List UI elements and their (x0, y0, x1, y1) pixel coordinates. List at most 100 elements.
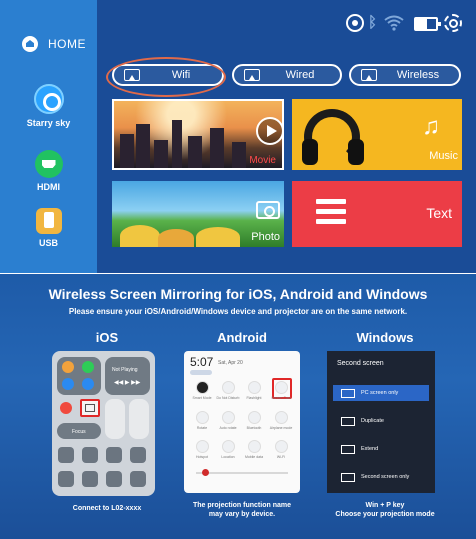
hotspot-button[interactable] (196, 440, 209, 453)
tab-wired[interactable]: Wired (232, 64, 342, 86)
airplane-icon (62, 361, 74, 373)
option-pc-screen-only[interactable]: PC screen only (333, 385, 429, 401)
scan-icon (58, 471, 74, 487)
tile-label: Wi-Fi (276, 455, 286, 459)
tile-text[interactable]: Text (292, 181, 462, 247)
option-label: Second screen only (361, 474, 410, 480)
rotate-button[interactable] (196, 411, 209, 424)
flower-shape (196, 227, 240, 247)
auto-rotate-button[interactable] (222, 411, 235, 424)
camera-icon (256, 201, 280, 219)
screen-mirroring-button[interactable] (80, 399, 100, 417)
play-icon (256, 117, 282, 145)
tile-label: Smart Mode (192, 396, 212, 400)
highlight-circle (106, 57, 226, 97)
focus-label: Focus (72, 429, 86, 435)
tile-label: Music (429, 150, 458, 162)
flashlight-button[interactable] (248, 381, 261, 394)
windows-caption-line: Win + P key (365, 502, 405, 509)
wifi-button[interactable] (275, 440, 288, 453)
now-playing-panel (105, 357, 150, 395)
windows-heading: Windows (356, 330, 414, 345)
building-shape (154, 140, 168, 168)
sidebar-item-hdmi[interactable]: HDMI (0, 150, 97, 192)
option-duplicate[interactable]: Duplicate (333, 413, 429, 429)
volume-slider (129, 399, 149, 439)
tile-label: Hotspot (195, 455, 209, 459)
bluetooth-icon[interactable]: ᛒ (368, 14, 377, 31)
sidebar-item-label: HDMI (37, 182, 60, 192)
calculator-icon (82, 447, 98, 463)
location-button[interactable] (222, 440, 235, 453)
mobile-data-button[interactable] (248, 440, 261, 453)
tab-label: Wired (285, 69, 315, 81)
smart-mode-button[interactable] (196, 381, 209, 394)
camera-icon (106, 447, 122, 463)
android-caption: The projection function name may vary by… (180, 502, 304, 520)
starry-sky-icon (33, 84, 64, 114)
cast-icon (244, 69, 260, 81)
wifi-icon[interactable] (384, 14, 404, 32)
brightness-slider (105, 399, 125, 439)
sidebar-item-starry-sky[interactable]: Starry sky (0, 84, 97, 128)
ios-control-center: Not Playing ◀◀ ▶ ▶▶ Focus (52, 351, 155, 496)
cast-icon (361, 69, 377, 81)
tile-label: Photo (251, 231, 280, 243)
tile-label: Screen Cast (271, 396, 291, 400)
headphone-cup (302, 139, 318, 165)
cellular-icon (82, 361, 94, 373)
building-shape (120, 134, 134, 168)
media-controls-icon: ◀◀ ▶ ▶▶ (114, 380, 141, 386)
building-shape (188, 136, 202, 168)
windows-projection-panel: Second screen PC screen only Duplicate E… (327, 351, 435, 493)
android-caption-line: The projection function name (192, 502, 291, 509)
battery-icon (82, 471, 98, 487)
ios-caption: Connect to L02-xxxx (72, 505, 142, 512)
sidebar-item-label: Starry sky (26, 118, 71, 128)
tab-wireless[interactable]: Wireless (349, 64, 461, 86)
tile-label: Auto rotate (219, 426, 237, 430)
android-quick-settings: 5:07 Sat, Apr 20 Smart Mode Do Not Distu… (184, 351, 300, 493)
flashlight-icon (58, 447, 74, 463)
tile-label: Airplane mode (269, 426, 293, 430)
tile-label: Flashlight (246, 396, 262, 400)
option-extend[interactable]: Extend (333, 441, 429, 457)
tile-label: Mobile data (244, 455, 264, 459)
panel-title: Second screen (337, 360, 384, 367)
sidebar: HOME Starry sky HDMI USB (0, 0, 97, 273)
sidebar-item-usb[interactable]: USB (0, 208, 97, 248)
tile-label: Do Not Disturb (216, 396, 240, 400)
brightness-slider-knob[interactable] (202, 469, 209, 476)
tile-music[interactable]: ♫ Music (292, 99, 462, 170)
do-not-disturb-button[interactable] (222, 381, 235, 394)
option-label: Duplicate (361, 418, 384, 424)
android-caption-line: may vary by device. (208, 510, 276, 518)
record-icon (106, 471, 122, 487)
home-icon (22, 36, 38, 52)
bluetooth-button[interactable] (248, 411, 261, 424)
airplane-button[interactable] (275, 411, 288, 424)
android-time: 5:07 (190, 355, 214, 369)
headphone-cup (348, 139, 364, 165)
sidebar-item-label: USB (38, 238, 58, 248)
windows-caption: Win + P key Choose your projection mode (326, 502, 444, 520)
projector-home-screen: HOME Starry sky HDMI USB ᛒ Wifi Wired Wi… (0, 0, 476, 273)
option-label: PC screen only (361, 390, 399, 396)
wifi-icon (62, 378, 74, 390)
monitor-icon (341, 388, 355, 398)
music-note-icon: ♫ (422, 113, 440, 140)
status-pill (190, 370, 212, 375)
monitor-icon (341, 416, 355, 426)
settings-icon[interactable] (346, 14, 364, 32)
gear-icon[interactable] (444, 14, 462, 32)
tile-photo[interactable]: Photo (112, 181, 284, 247)
tab-label: Wireless (396, 69, 440, 81)
building-shape (232, 142, 246, 168)
orientation-lock-icon (60, 402, 72, 414)
brightness-slider[interactable] (196, 472, 288, 474)
instruction-subtitle: Please ensure your iOS/Android/Windows d… (68, 307, 408, 316)
tile-movie[interactable]: Movie (112, 99, 284, 170)
monitor-icon (341, 472, 355, 482)
home-button[interactable]: HOME (22, 36, 86, 52)
option-second-screen-only[interactable]: Second screen only (333, 469, 429, 485)
